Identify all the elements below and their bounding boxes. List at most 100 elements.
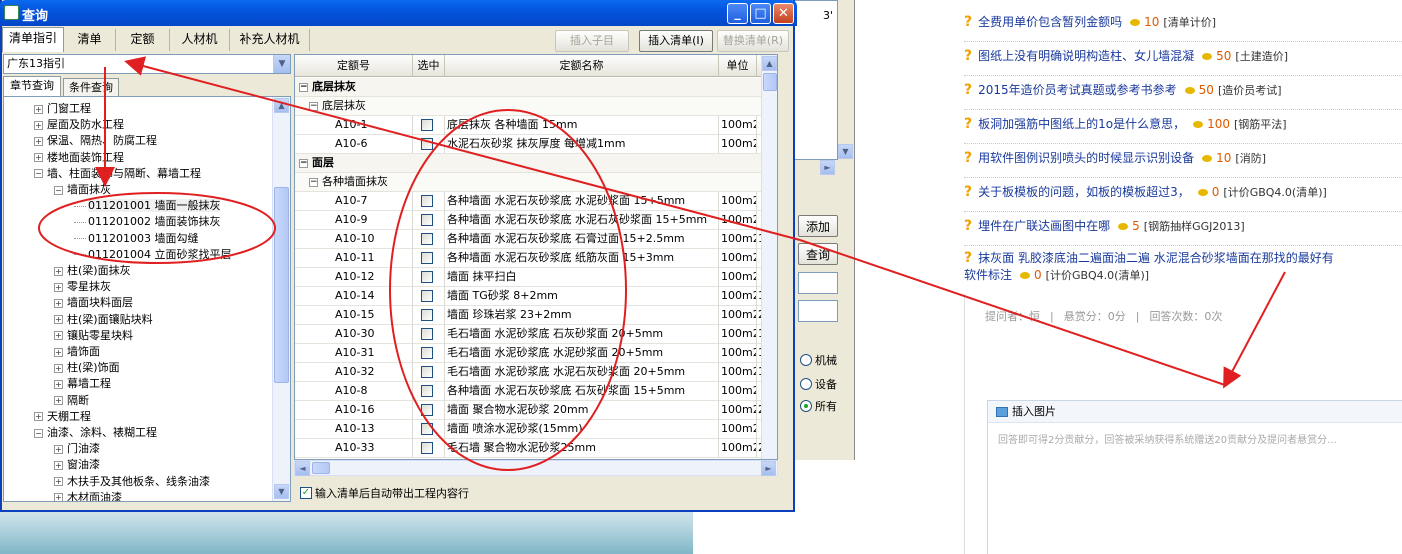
tab-extra-materials[interactable]: 补充人材机 (230, 29, 310, 51)
collapse-icon[interactable]: − (299, 82, 308, 92)
collapse-icon[interactable]: − (309, 177, 318, 187)
row-checkbox[interactable] (421, 423, 433, 435)
qa-title[interactable]: 埋件在广联达画图中在哪 (978, 219, 1110, 233)
table-row[interactable]: A10-10各种墙面 水泥石灰砂浆底 石膏过面 15+2.5mm100m21 (295, 230, 777, 249)
tree-node[interactable]: + 保温、隔热、防腐工程 (34, 133, 157, 149)
row-checkbox[interactable] (421, 442, 433, 454)
expand-icon[interactable]: + (34, 120, 43, 130)
tree-node[interactable]: + 木扶手及其他板条、线条油漆 (54, 474, 210, 490)
radio-machinery[interactable]: 机械 (800, 352, 837, 368)
qa-title[interactable]: 板洞加强筋中图纸上的1o是什么意思， (978, 117, 1185, 131)
expand-icon[interactable]: + (54, 298, 63, 308)
tree-node[interactable]: + 隔断 (54, 393, 89, 409)
tree-node[interactable]: + 墙饰面 (54, 344, 100, 360)
tab-chapter-query[interactable]: 章节查询 (3, 76, 61, 96)
collapse-icon[interactable]: − (309, 101, 318, 111)
maximize-button[interactable]: □ (750, 3, 771, 24)
scroll-up-arrow[interactable]: ▲ (762, 56, 777, 71)
qa-title[interactable]: 全费用单价包含暂列金额吗 (978, 15, 1122, 29)
tab-list[interactable]: 清单 (64, 29, 116, 51)
tree-node[interactable]: 011201002 墙面装饰抹灰 (74, 214, 220, 230)
table-row[interactable]: A10-13 墙面 喷涂水泥砂浆(15mm) 100m2 (295, 420, 777, 439)
tree-node[interactable]: + 窗油漆 (54, 457, 100, 473)
tree-node[interactable]: + 门窗工程 (34, 101, 91, 117)
row-checkbox[interactable] (421, 328, 433, 340)
qa-item[interactable]: ? 2015年造价员考试真题或参考书参考 50 [造价员考试] (964, 82, 1402, 110)
group-row[interactable]: − 面层 (295, 154, 777, 173)
background-field-2[interactable] (798, 300, 838, 322)
expand-icon[interactable]: + (34, 412, 43, 422)
table-row[interactable]: A10-30毛石墙面 水泥砂浆底 石灰砂浆面 20+5mm100m21 (295, 325, 777, 344)
expand-icon[interactable]: + (54, 396, 63, 406)
qa-item[interactable]: ? 图纸上没有明确说明构造柱、女儿墙混凝 50 [土建造价] (964, 48, 1402, 76)
row-checkbox[interactable] (421, 309, 433, 321)
tree-node[interactable]: + 天棚工程 (34, 409, 91, 425)
tab-condition-query[interactable]: 条件查询 (63, 78, 119, 96)
qa-title[interactable]: 用软件图例识别喷头的时候显示识别设备 (978, 151, 1194, 165)
tab-quota[interactable]: 定额 (116, 29, 170, 51)
qa-item[interactable]: ? 关于板模板的问题，如板的模板超过3， 0 [计价GBQ4.0(清单)] (964, 184, 1402, 212)
group-row[interactable]: − 底层抹灰 (295, 78, 777, 97)
expand-icon[interactable]: + (54, 363, 63, 373)
scroll-down-arrow[interactable]: ▼ (838, 144, 853, 159)
qa-title[interactable]: 2015年造价员考试真题或参考书参考 (978, 83, 1177, 97)
qa-title[interactable]: 抹灰面 乳胶漆底油二遍面油二遍 水泥混合砂浆墙面在那找的最好有 (978, 251, 1334, 265)
scroll-thumb[interactable] (763, 73, 777, 91)
collapse-icon[interactable]: − (34, 428, 43, 438)
collapse-icon[interactable]: − (299, 158, 308, 168)
table-row[interactable]: A10-32毛石墙面 水泥砂浆底 水泥石灰砂浆面 20+5mm100m21 (295, 363, 777, 382)
tree-node[interactable]: + 屋面及防水工程 (34, 117, 124, 133)
collapse-icon[interactable]: − (54, 185, 63, 195)
table-row[interactable]: A10-6 水泥石灰砂浆 抹灰厚度 每增减1mm 100m2 (295, 135, 777, 154)
scroll-left-arrow[interactable]: ◄ (295, 461, 310, 476)
expand-icon[interactable]: + (54, 444, 63, 454)
replace-list-button[interactable]: 替换清单(R) (717, 30, 789, 52)
row-checkbox[interactable] (421, 347, 433, 359)
minimize-button[interactable]: _ (727, 3, 748, 24)
tree-node[interactable]: − 墙、柱面装饰与隔断、幕墙工程 (34, 166, 201, 182)
radio-all[interactable]: 所有 (800, 398, 837, 414)
scroll-thumb[interactable] (274, 187, 289, 383)
row-checkbox[interactable] (421, 195, 433, 207)
expand-icon[interactable]: + (54, 379, 63, 389)
qa-title-cont[interactable]: 软件标注 (964, 268, 1012, 282)
group-row[interactable]: − 各种墙面抹灰 (295, 173, 777, 192)
close-button[interactable]: ✕ (773, 3, 794, 24)
expand-icon[interactable]: + (54, 347, 63, 357)
table-row[interactable]: A10-12 墙面 抹平扫白 100m2 (295, 268, 777, 287)
tree-node[interactable]: 011201003 墙面勾缝 (74, 231, 198, 247)
qa-item[interactable]: ? 全费用单价包含暂列金额吗 10 [清单计价] (964, 14, 1402, 42)
hscroll-thumb[interactable] (312, 462, 330, 474)
region-select[interactable]: 广东13指引 ▼ (3, 54, 291, 74)
insert-child-button[interactable]: 插入子目 (555, 30, 629, 52)
tree-node[interactable]: − 墙面抹灰 (54, 182, 111, 198)
expand-icon[interactable]: + (54, 477, 63, 487)
title-bar[interactable]: 查询 _ □ ✕ (0, 0, 797, 26)
tree-node[interactable]: − 油漆、涂料、裱糊工程 (34, 425, 157, 441)
background-field[interactable] (798, 272, 838, 294)
tree-node[interactable]: + 幕墙工程 (54, 376, 111, 392)
row-checkbox[interactable] (421, 233, 433, 245)
tree-node[interactable]: + 柱(梁)面抹灰 (54, 263, 131, 279)
chevron-down-icon[interactable]: ▼ (273, 55, 290, 73)
tab-materials[interactable]: 人材机 (170, 29, 230, 51)
table-row[interactable]: A10-15墙面 珍珠岩浆 23+2mm100m22 (295, 306, 777, 325)
scroll-down-arrow[interactable]: ▼ (274, 484, 289, 499)
group-row[interactable]: − 底层抹灰 (295, 97, 777, 116)
expand-icon[interactable]: + (54, 315, 63, 325)
expand-icon[interactable]: + (54, 331, 63, 341)
row-checkbox[interactable] (421, 385, 433, 397)
expand-icon[interactable]: + (34, 153, 43, 163)
row-checkbox[interactable] (421, 290, 433, 302)
tab-list-guide[interactable]: 清单指引 (2, 27, 64, 52)
table-row[interactable]: A10-11 各种墙面 水泥石灰砂浆底 纸筋灰面 15+3mm 100m2 (295, 249, 777, 268)
scroll-up-arrow[interactable]: ▲ (274, 98, 289, 113)
expand-icon[interactable]: + (54, 282, 63, 292)
tree-node[interactable]: + 镶贴零星块料 (54, 328, 133, 344)
grid-hscrollbar[interactable]: ◄ ► (294, 460, 778, 476)
table-row[interactable]: A10-31毛石墙面 水泥砂浆底 水泥砂浆面 20+5mm100m21 (295, 344, 777, 363)
add-button[interactable]: 添加 (798, 215, 838, 237)
table-row[interactable]: A10-7 各种墙面 水泥石灰砂浆底 水泥砂浆面 15+5mm 100m2 (295, 192, 777, 211)
scroll-right-arrow[interactable]: ► (761, 461, 776, 476)
table-row[interactable]: A10-9 各种墙面 水泥石灰砂浆底 水泥石灰砂浆面 15+5mm 100m2 (295, 211, 777, 230)
